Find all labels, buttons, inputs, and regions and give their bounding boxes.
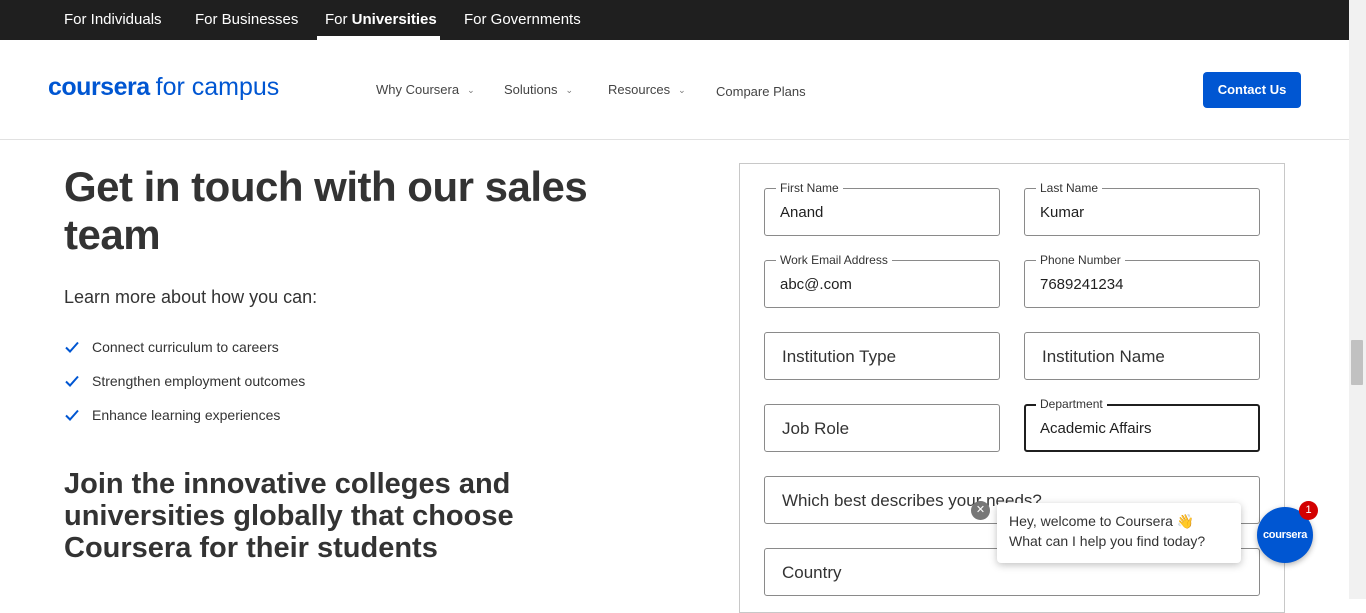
institution-name-placeholder: Institution Name	[1042, 347, 1165, 366]
tab-for-individuals[interactable]: For Individuals	[64, 0, 162, 40]
checkmark-icon	[65, 409, 79, 421]
last-name-label: Last Name	[1036, 180, 1103, 196]
country-placeholder: Country	[782, 563, 842, 582]
nav-compare-plans-label: Compare Plans	[716, 84, 806, 99]
phone-field[interactable]: Phone Number 7689241234	[1024, 252, 1260, 308]
list-item-label: Strengthen employment outcomes	[92, 373, 306, 389]
institution-type-select[interactable]: Institution Type	[764, 332, 1000, 380]
list-item: Strengthen employment outcomes	[64, 364, 305, 398]
first-name-label: First Name	[776, 180, 843, 196]
nav-why-coursera[interactable]: Why Coursera ⌄	[376, 82, 475, 97]
first-name-value: Anand	[780, 204, 824, 221]
close-icon[interactable]: ✕	[971, 501, 990, 520]
notification-badge: 1	[1299, 501, 1318, 520]
tab-for-universities-prefix: For	[325, 11, 352, 28]
chevron-down-icon: ⌄	[467, 85, 475, 95]
tab-for-universities-label: Universities	[351, 11, 437, 28]
chat-prompt-line: What can I help you find today?	[1009, 533, 1206, 549]
institution-type-placeholder: Institution Type	[782, 347, 897, 366]
site-header: coursera for campus Why Coursera ⌄ Solutio…	[0, 40, 1349, 140]
institution-name-field[interactable]: Institution Name	[1024, 332, 1260, 380]
email-field[interactable]: Work Email Address abc@.com	[764, 252, 1000, 308]
contact-us-button[interactable]: Contact Us	[1203, 72, 1301, 108]
job-role-placeholder: Job Role	[782, 419, 850, 438]
page-scrollbar[interactable]	[1349, 0, 1366, 599]
chat-welcome-bubble[interactable]: Hey, welcome to Coursera 👋 What can I he…	[997, 503, 1241, 563]
last-name-value: Kumar	[1040, 204, 1085, 221]
email-label: Work Email Address	[776, 252, 892, 268]
chevron-down-icon: ⌄	[565, 85, 574, 95]
tab-for-businesses[interactable]: For Businesses	[195, 0, 298, 40]
email-value: abc@.com	[780, 276, 852, 293]
nav-resources-label: Resources	[608, 82, 671, 97]
nav-why-coursera-label: Why Coursera	[376, 82, 460, 97]
first-name-field[interactable]: First Name Anand	[764, 180, 1000, 236]
nav-compare-plans[interactable]: Compare Plans	[716, 84, 806, 99]
nav-solutions-label: Solutions	[504, 82, 558, 97]
checkmark-icon	[65, 341, 79, 353]
department-value: Academic Affairs	[1040, 420, 1152, 437]
phone-label: Phone Number	[1036, 252, 1125, 268]
scrollbar-thumb[interactable]	[1351, 340, 1363, 385]
page-title: Get in touch with our sales team	[64, 163, 588, 258]
department-select[interactable]: Department Academic Affairs	[1024, 396, 1260, 452]
chevron-down-icon: ⌄	[678, 85, 686, 95]
tab-for-universities[interactable]: For Universities	[325, 0, 437, 40]
logo-suffix: for campus	[155, 73, 280, 101]
nav-resources[interactable]: Resources ⌄	[608, 82, 686, 97]
checkmark-icon	[65, 375, 79, 387]
department-label: Department	[1036, 396, 1107, 412]
section-subtitle: Join the innovative colleges and univers…	[64, 468, 514, 564]
list-item-label: Connect curriculum to careers	[92, 339, 279, 355]
coursera-for-campus-logo[interactable]: coursera for campus	[48, 73, 279, 102]
phone-value: 7689241234	[1040, 276, 1124, 293]
list-item: Connect curriculum to careers	[64, 330, 305, 364]
list-item-label: Enhance learning experiences	[92, 407, 281, 423]
logo-brand: coursera	[48, 73, 150, 101]
benefits-list: Connect curriculum to careers Strengthen…	[64, 330, 305, 432]
chat-welcome-line: Hey, welcome to Coursera 👋	[1009, 513, 1195, 529]
list-item: Enhance learning experiences	[64, 398, 305, 432]
last-name-field[interactable]: Last Name Kumar	[1024, 180, 1260, 236]
nav-solutions[interactable]: Solutions ⌄	[504, 82, 573, 97]
lead-text: Learn more about how you can:	[64, 287, 318, 307]
tab-for-governments[interactable]: For Governments	[464, 0, 581, 40]
job-role-select[interactable]: Job Role	[764, 404, 1000, 452]
audience-bar: For Individuals For Businesses For Unive…	[0, 0, 1349, 40]
